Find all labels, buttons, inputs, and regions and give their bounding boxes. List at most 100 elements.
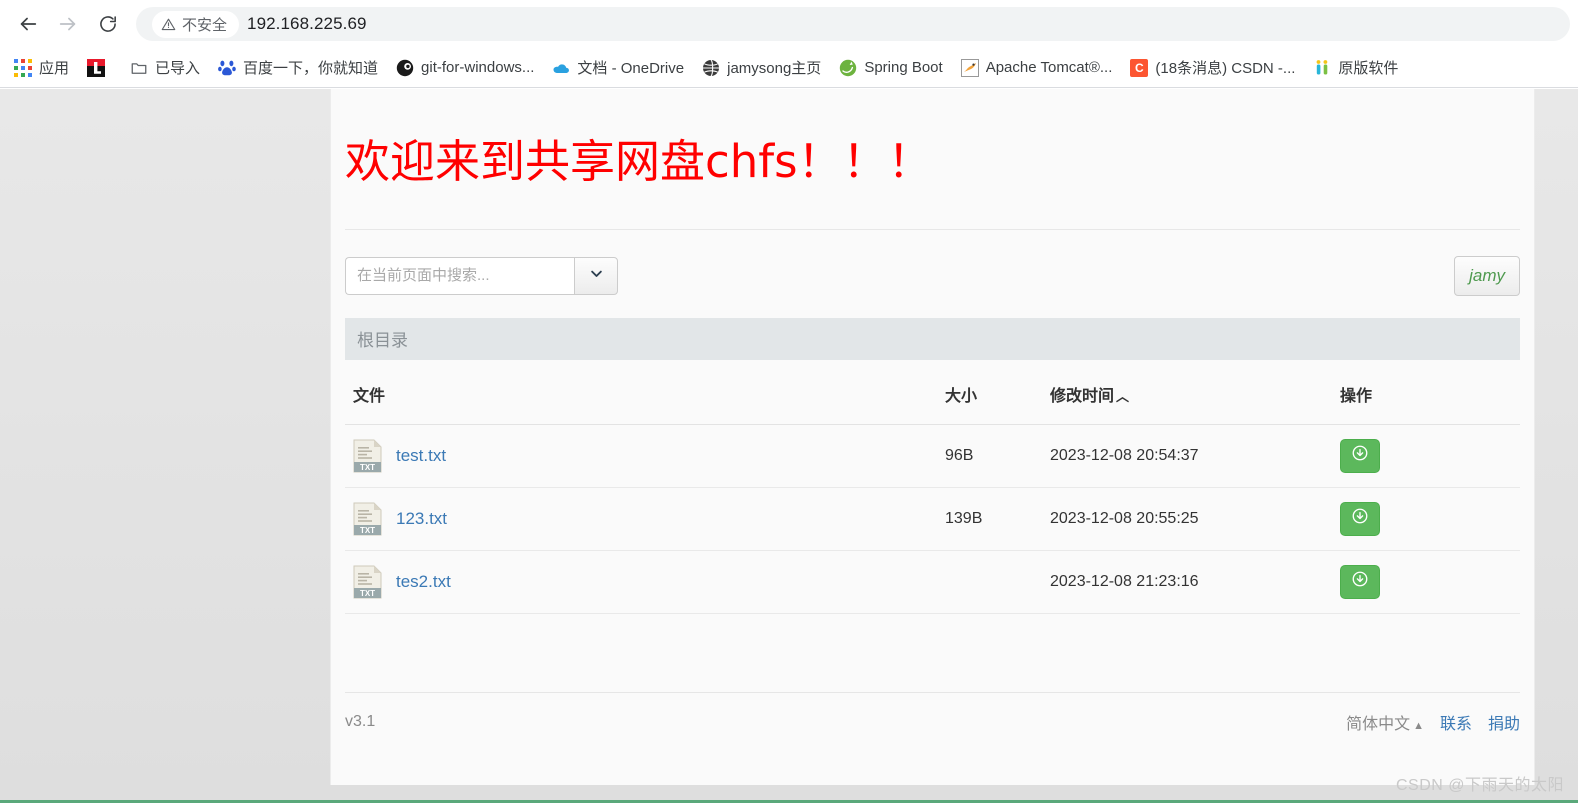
file-name-link[interactable]: 123.txt xyxy=(396,509,447,529)
bookmark-jamysong[interactable]: jamysong主页 xyxy=(694,53,829,82)
table-row: TXT test.txt 96B 2023-12-08 20:54:37 xyxy=(345,424,1520,488)
footer-links: 简体中文 ▲ 联系 捐助 xyxy=(1346,710,1520,734)
bookmark-label: 应用 xyxy=(39,60,70,77)
folder-icon xyxy=(130,59,148,77)
bookmark-spring-boot[interactable]: Spring Boot xyxy=(831,55,950,81)
file-size: 139B xyxy=(945,487,1050,551)
column-header-time-label: 修改时间 xyxy=(1050,387,1115,405)
security-status-chip[interactable]: 不安全 xyxy=(152,10,240,38)
title-divider xyxy=(345,228,1520,230)
url-text: 192.168.225.69 xyxy=(247,14,367,33)
bookmark-onedrive[interactable]: 文档 - OneDrive xyxy=(544,53,692,82)
bookmark-label: 百度一下，你就知道 xyxy=(243,60,379,77)
bookmark-label: 原版软件 xyxy=(1338,60,1399,77)
file-cell: TXT test.txt xyxy=(345,424,945,488)
lanzou-icon xyxy=(87,58,106,77)
file-modified-time: 2023-12-08 20:54:37 xyxy=(1050,424,1340,488)
forward-button[interactable] xyxy=(48,4,88,44)
version-label: v3.1 xyxy=(345,713,376,730)
column-header-action: 操作 xyxy=(1340,359,1520,425)
user-account-button[interactable]: jamy xyxy=(1454,255,1520,296)
download-icon xyxy=(1351,444,1369,467)
breadcrumb-label: 根目录 xyxy=(357,331,408,350)
chevron-down-icon xyxy=(589,266,604,286)
browser-window: 不安全 192.168.225.69 应用 已导入 百度一下，你就知道 git-… xyxy=(0,0,1578,803)
baidu-icon xyxy=(218,59,236,77)
address-bar[interactable]: 不安全 192.168.225.69 xyxy=(136,7,1570,41)
column-header-time[interactable]: 修改时间 ︿ xyxy=(1050,359,1340,425)
bookmark-label: Spring Boot xyxy=(864,59,943,76)
file-size: 96B xyxy=(945,424,1050,488)
column-header-file[interactable]: 文件 xyxy=(345,359,945,425)
file-name-link[interactable]: test.txt xyxy=(396,446,446,466)
back-button[interactable] xyxy=(8,4,48,44)
git-icon xyxy=(396,59,414,77)
bookmark-label: 文档 - OneDrive xyxy=(577,60,685,77)
reload-icon xyxy=(98,14,118,34)
bookmark-label: git-for-windows... xyxy=(421,59,535,76)
bookmark-label: jamysong主页 xyxy=(727,60,822,77)
page-title: 欢迎来到共享网盘chfs！！！ xyxy=(345,135,933,188)
bookmark-label: Apache Tomcat®... xyxy=(985,59,1113,76)
search-input[interactable] xyxy=(345,256,574,295)
yuanban-icon xyxy=(1313,59,1331,77)
download-icon xyxy=(1351,507,1369,530)
file-cell: TXT tes2.txt xyxy=(345,550,945,614)
donate-link[interactable]: 捐助 xyxy=(1488,710,1520,734)
search-group xyxy=(345,256,618,295)
warning-triangle-icon xyxy=(161,17,176,32)
file-cell: TXT 123.txt xyxy=(345,487,945,551)
bookmark-apps[interactable]: 应用 xyxy=(6,53,77,82)
file-name-link[interactable]: tes2.txt xyxy=(396,572,451,592)
svg-text:TXT: TXT xyxy=(360,589,375,598)
table-row: TXT tes2.txt 2023-12-08 21:23:16 xyxy=(345,550,1520,614)
bookmark-lanzou[interactable] xyxy=(79,55,120,81)
file-table: 文件 大小 修改时间 ︿ 操作 TXT test.txt 96B 2023-12… xyxy=(345,359,1520,614)
security-status-label: 不安全 xyxy=(182,16,228,34)
apps-grid-icon xyxy=(14,58,32,77)
language-selector[interactable]: 简体中文 ▲ xyxy=(1346,710,1424,734)
tomcat-icon xyxy=(960,58,979,77)
file-actions xyxy=(1340,487,1520,551)
file-size xyxy=(945,550,1050,614)
column-header-size[interactable]: 大小 xyxy=(945,359,1050,425)
txt-file-icon: TXT xyxy=(353,502,382,536)
bookmark-label: (18条消息) CSDN -... xyxy=(1155,60,1296,77)
table-header-row: 文件 大小 修改时间 ︿ 操作 xyxy=(345,359,1520,425)
txt-file-icon: TXT xyxy=(353,439,382,473)
bookmark-imported-folder[interactable]: 已导入 xyxy=(122,53,208,82)
download-button[interactable] xyxy=(1340,501,1380,536)
table-row: TXT 123.txt 139B 2023-12-08 20:55:25 xyxy=(345,487,1520,551)
bookmark-apache-tomcat[interactable]: Apache Tomcat®... xyxy=(953,55,1121,81)
file-modified-time: 2023-12-08 21:23:16 xyxy=(1050,550,1340,614)
bookmarks-bar: 应用 已导入 百度一下，你就知道 git-for-windows... 文档 -… xyxy=(0,48,1578,88)
browser-toolbar: 不安全 192.168.225.69 xyxy=(0,0,1578,48)
csdn-icon: C xyxy=(1130,58,1149,77)
download-button[interactable] xyxy=(1340,438,1380,473)
sort-ascending-caret-icon: ︿ xyxy=(1116,388,1130,404)
toolbar-row: jamy xyxy=(345,255,1520,296)
globe-icon xyxy=(702,59,720,77)
download-button[interactable] xyxy=(1340,564,1380,599)
chfs-content-panel: 欢迎来到共享网盘chfs！！！ jamy 根目录 xyxy=(330,89,1535,785)
csdn-watermark: CSDN @下雨天的太阳 xyxy=(1395,777,1564,794)
file-modified-time: 2023-12-08 20:55:25 xyxy=(1050,487,1340,551)
language-label: 简体中文 xyxy=(1346,716,1411,733)
bookmark-csdn[interactable]: C (18条消息) CSDN -... xyxy=(1122,53,1303,82)
page-viewport: 欢迎来到共享网盘chfs！！！ jamy 根目录 xyxy=(0,89,1578,803)
file-actions xyxy=(1340,424,1520,488)
svg-text:TXT: TXT xyxy=(360,526,375,535)
caret-up-icon: ▲ xyxy=(1413,720,1424,732)
reload-button[interactable] xyxy=(88,4,128,44)
breadcrumb[interactable]: 根目录 xyxy=(345,317,1520,360)
page-footer: v3.1 简体中文 ▲ 联系 捐助 xyxy=(345,691,1520,752)
contact-link[interactable]: 联系 xyxy=(1440,710,1472,734)
txt-file-icon: TXT xyxy=(353,565,382,599)
spring-icon xyxy=(839,59,857,77)
search-dropdown-button[interactable] xyxy=(574,256,618,295)
bookmark-git-for-windows[interactable]: git-for-windows... xyxy=(388,55,542,81)
bookmark-baidu[interactable]: 百度一下，你就知道 xyxy=(210,53,386,82)
bookmark-yuanban-software[interactable]: 原版软件 xyxy=(1305,53,1406,82)
onedrive-icon xyxy=(552,59,570,77)
